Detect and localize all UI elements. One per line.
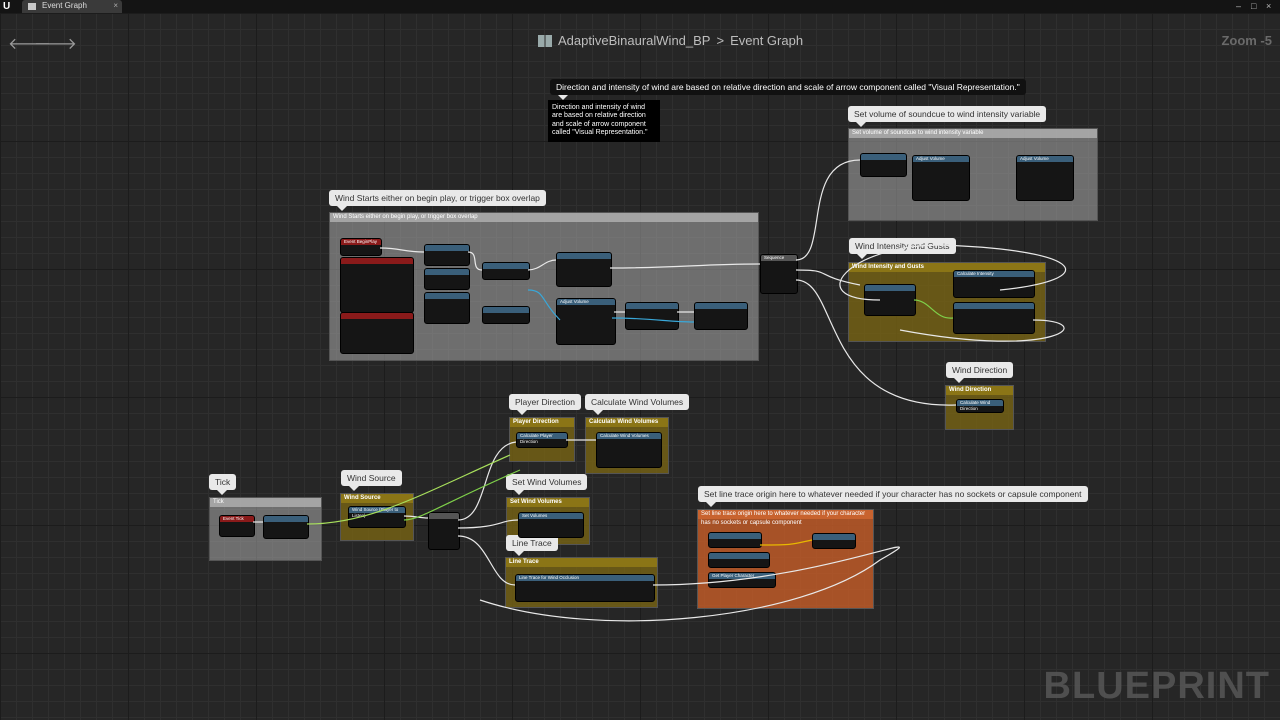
wire-exec xyxy=(795,159,861,261)
wire-exec xyxy=(795,279,957,406)
wire-data xyxy=(759,539,813,546)
wire-exec xyxy=(479,546,900,622)
wire-data xyxy=(527,289,561,321)
wire-exec xyxy=(457,519,519,529)
wire-data xyxy=(611,317,695,323)
wire-exec xyxy=(379,247,425,253)
wire-data xyxy=(306,454,511,525)
wire-exec xyxy=(467,251,483,271)
wire-exec xyxy=(457,441,517,521)
wire-exec xyxy=(457,535,516,586)
graph-wires xyxy=(253,159,1067,622)
wire-data xyxy=(913,299,954,319)
wire-exec xyxy=(899,319,1065,342)
wire-exec xyxy=(609,263,761,269)
wire-exec xyxy=(527,259,557,271)
wire-exec xyxy=(839,244,1067,301)
